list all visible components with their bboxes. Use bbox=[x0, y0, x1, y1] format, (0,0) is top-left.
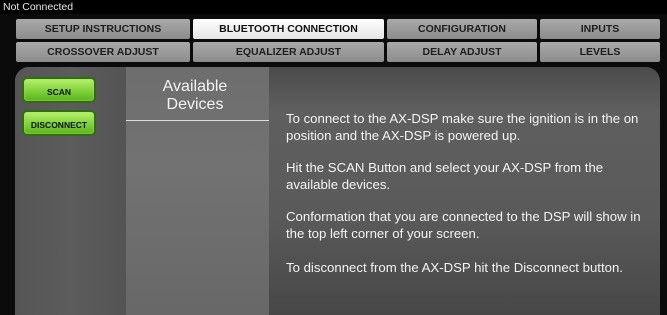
tab-crossover-adjust[interactable]: CROSSOVER ADJUST bbox=[16, 42, 190, 62]
tab-setup-instructions[interactable]: SETUP INSTRUCTIONS bbox=[16, 19, 190, 39]
tab-bluetooth-connection[interactable]: BLUETOOTH CONNECTION bbox=[193, 19, 384, 39]
available-devices-title-line2: Devices bbox=[166, 96, 224, 113]
tab-delay-adjust[interactable]: DELAY ADJUST bbox=[387, 42, 537, 62]
tab-configuration[interactable]: CONFIGURATION bbox=[387, 19, 537, 39]
available-devices-title: Available Devices bbox=[142, 78, 248, 114]
tab-inputs[interactable]: INPUTS bbox=[540, 19, 660, 39]
instruction-confirmation: Conformation that you are connected to t… bbox=[286, 209, 641, 241]
button-column bbox=[15, 67, 126, 315]
instruction-disconnect: To disconnect from the AX-DSP hit the Di… bbox=[286, 260, 623, 275]
tab-levels[interactable]: LEVELS bbox=[540, 42, 660, 62]
scan-button[interactable]: SCAN bbox=[22, 77, 96, 103]
instruction-scan: Hit the SCAN Button and select your AX-D… bbox=[286, 160, 604, 192]
tab-equalizer-adjust[interactable]: EQUALIZER ADJUST bbox=[193, 42, 384, 62]
devices-divider bbox=[126, 120, 269, 121]
instruction-connect: To connect to the AX-DSP make sure the i… bbox=[286, 111, 639, 143]
connection-status: Not Connected bbox=[0, 0, 667, 14]
available-devices-title-line1: Available bbox=[162, 78, 228, 95]
disconnect-button[interactable]: DISCONNECT bbox=[22, 110, 96, 136]
